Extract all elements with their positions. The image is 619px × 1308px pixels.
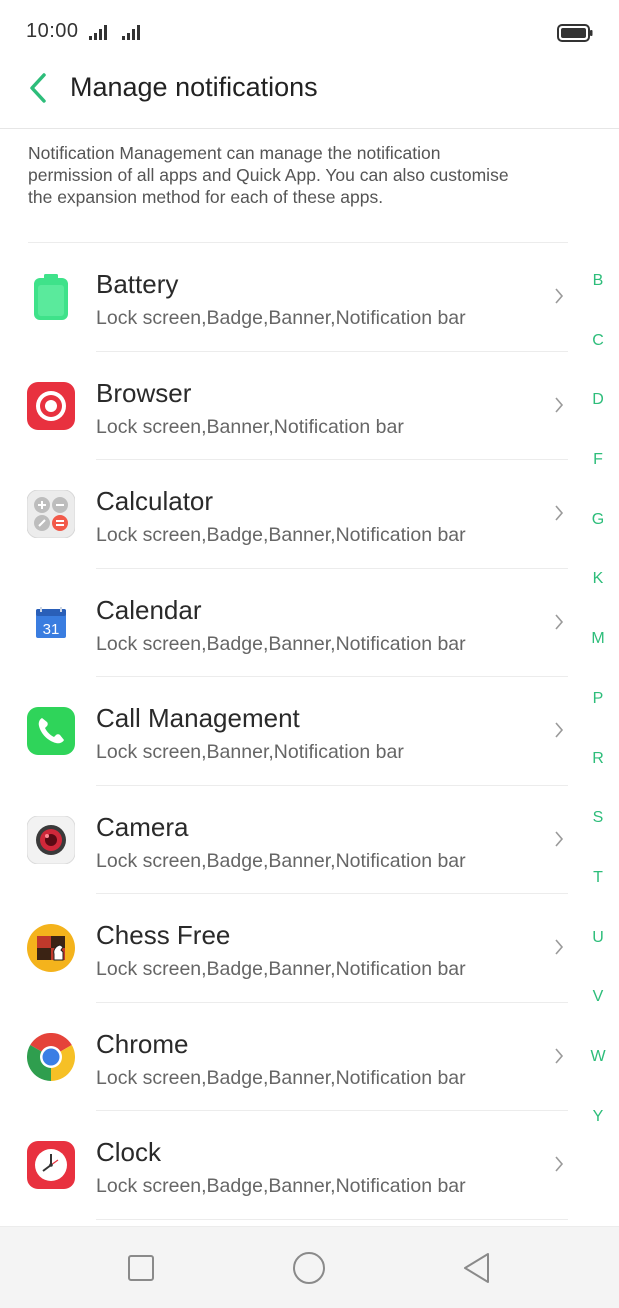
app-row-clock[interactable]: Clock Lock screen,Badge,Banner,Notificat…: [0, 1111, 580, 1220]
index-letter-c[interactable]: C: [584, 332, 612, 392]
app-name: Browser: [96, 377, 192, 408]
status-time: 10:00: [26, 20, 79, 42]
app-list: Battery Lock screen,Badge,Banner,Notific…: [0, 243, 580, 1220]
app-notification-types: Lock screen,Badge,Banner,Notification ba…: [96, 524, 466, 546]
app-notification-types: Lock screen,Badge,Banner,Notification ba…: [96, 958, 466, 980]
index-letter-g[interactable]: G: [584, 511, 612, 571]
app-name: Battery: [96, 269, 179, 299]
signal-strength-icon: [89, 25, 107, 40]
app-row-battery[interactable]: Battery Lock screen,Badge,Banner,Notific…: [0, 243, 580, 352]
app-notification-types: Lock screen,Badge,Banner,Notification ba…: [96, 632, 466, 655]
app-name: Calculator: [96, 486, 214, 516]
chevron-right-icon: [555, 939, 564, 955]
app-name: Calendar: [96, 594, 202, 625]
chevron-right-icon: [555, 1156, 564, 1172]
app-name: Call Management: [96, 703, 300, 733]
index-letter-s[interactable]: S: [584, 809, 612, 869]
chevron-right-icon: [555, 1047, 564, 1064]
chevron-left-icon: [30, 73, 46, 103]
app-row-browser[interactable]: Browser Lock screen,Banner,Notification …: [0, 352, 580, 460]
calendar-app-icon: 31: [36, 606, 66, 638]
chevron-right-icon: [555, 830, 564, 847]
back-button[interactable]: [18, 68, 58, 108]
browser-app-icon: [27, 381, 75, 430]
app-notification-types: Lock screen,Badge,Banner,Notification ba…: [96, 849, 466, 872]
index-letter-w[interactable]: W: [584, 1048, 612, 1108]
app-name: Chrome: [96, 1028, 189, 1059]
app-notification-types: Lock screen,Banner,Notification bar: [96, 741, 404, 763]
phone-app-icon: [27, 707, 75, 755]
index-letter-r[interactable]: R: [584, 750, 612, 810]
app-row-chrome[interactable]: Chrome Lock screen,Badge,Banner,Notifica…: [0, 1003, 580, 1111]
chess-app-icon: [27, 924, 75, 972]
app-row-camera[interactable]: Camera Lock screen,Badge,Banner,Notifica…: [0, 786, 580, 894]
index-letter-v[interactable]: V: [584, 988, 612, 1048]
index-letter-t[interactable]: T: [584, 869, 612, 929]
description-text: Notification Management can manage the n…: [28, 143, 509, 207]
index-letter-y[interactable]: Y: [584, 1108, 612, 1168]
clock-app-icon: [27, 1141, 75, 1189]
app-name: Chess Free: [96, 920, 231, 950]
index-letter-k[interactable]: K: [584, 570, 612, 630]
chevron-right-icon: [555, 396, 564, 413]
notification-settings-screen: 10:00 Manage notifications Notification …: [0, 0, 619, 1308]
status-bar: 10:00: [0, 0, 619, 62]
app-row-calculator[interactable]: Calculator Lock screen,Badge,Banner,Noti…: [0, 460, 580, 569]
app-row-calendar[interactable]: 31 Calendar Lock screen,Badge,Banner,Not…: [0, 569, 580, 677]
chevron-right-icon: [555, 505, 564, 521]
chevron-right-icon: [555, 613, 564, 630]
chrome-app-icon: [27, 1032, 75, 1081]
app-notification-types: Lock screen,Badge,Banner,Notification ba…: [96, 1066, 466, 1089]
row-divider: [96, 1218, 568, 1220]
calendar-day-text: 31: [43, 621, 60, 638]
circle-home-icon[interactable]: [292, 1251, 326, 1285]
index-letter-m[interactable]: M: [584, 630, 612, 690]
chevron-right-icon: [555, 722, 564, 738]
index-letter-b[interactable]: B: [584, 272, 612, 332]
chevron-right-icon: [555, 288, 564, 304]
battery-status-icon: [557, 24, 593, 42]
camera-app-icon: [27, 815, 75, 864]
app-name: Camera: [96, 811, 189, 842]
square-recents-icon[interactable]: [124, 1251, 158, 1285]
index-letter-u[interactable]: U: [584, 929, 612, 989]
app-notification-types: Lock screen,Badge,Banner,Notification ba…: [96, 1175, 466, 1197]
app-notification-types: Lock screen,Banner,Notification bar: [96, 415, 404, 438]
app-row-call-management[interactable]: Call Management Lock screen,Banner,Notif…: [0, 677, 580, 786]
app-header: Manage notifications: [0, 62, 619, 128]
app-notification-types: Lock screen,Badge,Banner,Notification ba…: [96, 307, 466, 329]
index-letter-p[interactable]: P: [584, 690, 612, 750]
index-letter-d[interactable]: D: [584, 391, 612, 451]
index-letter-f[interactable]: F: [584, 451, 612, 511]
alphabet-index[interactable]: B C D F G K M P R S T U V W Y: [584, 272, 612, 1167]
navigation-bar: [0, 1226, 619, 1308]
header-divider: [0, 128, 619, 129]
page-title: Manage notifications: [70, 72, 318, 102]
battery-app-icon: [34, 274, 68, 320]
calculator-app-icon: [27, 490, 75, 538]
app-name: Clock: [96, 1137, 162, 1167]
triangle-back-icon[interactable]: [460, 1251, 494, 1285]
app-row-chess-free[interactable]: Chess Free Lock screen,Badge,Banner,Noti…: [0, 894, 580, 1003]
signal-strength-2-icon: [122, 25, 140, 40]
